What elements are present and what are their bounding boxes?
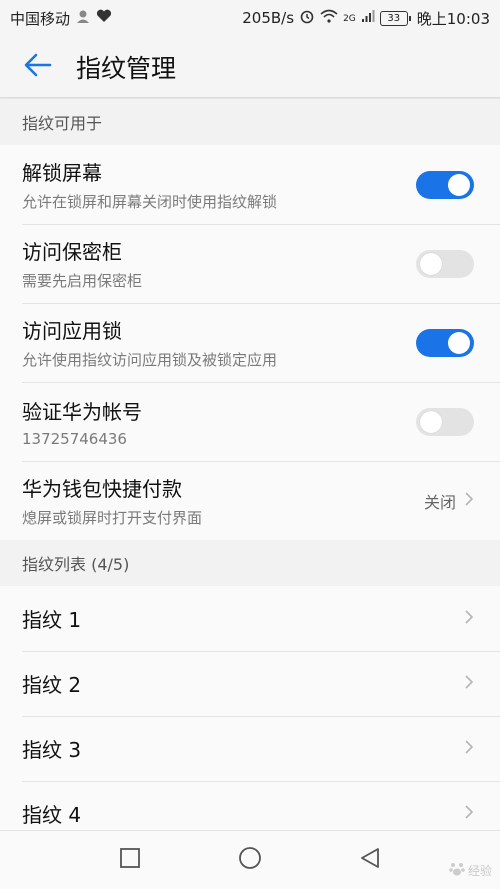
toggle-knob [448,173,470,196]
back-icon [359,847,381,873]
paw-icon [448,860,466,881]
arrow-left-icon [24,53,52,81]
recent-apps-icon [119,847,141,873]
setting-title: 验证华为帐号 [22,399,142,424]
fingerprint-name: 指纹 1 [22,608,82,632]
alarm-icon [299,8,315,28]
fingerprint-item-1[interactable]: 指纹 1 [0,586,500,651]
setting-value: 关闭 [423,492,456,512]
toggle-knob [420,252,442,275]
app-bar: 指纹管理 [0,36,500,98]
setting-subtitle: 13725746436 [22,429,127,448]
setting-safe-access[interactable]: 访问保密柜 需要先启用保密柜 [0,224,500,303]
setting-subtitle: 允许在锁屏和屏幕关闭时使用指纹解锁 [22,193,278,211]
safe-access-toggle[interactable] [416,249,474,278]
back-nav-button[interactable] [350,840,390,880]
network-type-label: 2G [343,13,356,24]
page-title: 指纹管理 [76,53,177,83]
fingerprint-list: 指纹 1 指纹 2 指纹 3 指纹 4 [0,586,500,830]
setting-title: 解锁屏幕 [22,161,102,185]
app-lock-toggle[interactable] [416,328,474,357]
fingerprint-item-2[interactable]: 指纹 2 [0,651,500,716]
home-icon [238,846,262,874]
setting-subtitle: 熄屏或锁屏时打开支付界面 [22,509,203,527]
setting-subtitle: 允许使用指纹访问应用锁及被锁定应用 [22,351,278,369]
fingerprint-item-4[interactable]: 指纹 4 [0,781,500,830]
status-bar: 中国移动 205B/s 2G 33 晚上10:03 [0,0,500,36]
watermark: 经验 [448,860,492,881]
battery-level: 33 [387,12,401,24]
wifi-icon [320,9,338,27]
recent-apps-button[interactable] [110,840,150,880]
setting-subtitle: 需要先启用保密柜 [22,272,143,290]
chevron-right-icon [464,739,474,759]
avatar-icon [75,8,91,28]
section-header-fingerprints: 指纹列表 (4/5) [0,540,500,586]
setting-app-lock[interactable]: 访问应用锁 允许使用指纹访问应用锁及被锁定应用 [0,303,500,382]
chevron-right-icon [464,609,474,629]
clock-label: 晚上10:03 [416,9,490,28]
setting-title: 华为钱包快捷付款 [22,477,182,501]
heart-icon [96,9,112,27]
toggle-knob [420,410,442,433]
fingerprint-name: 指纹 2 [22,673,82,697]
signal-icon [361,9,375,27]
status-left: 中国移动 [10,8,112,29]
setting-title: 访问应用锁 [22,319,122,343]
net-speed-label: 205B/s [242,9,295,27]
settings-content[interactable]: 指纹可用于 解锁屏幕 允许在锁屏和屏幕关闭时使用指纹解锁 访问保密柜 需要先启用… [0,99,500,830]
chevron-right-icon [464,674,474,694]
fingerprint-name: 指纹 4 [22,803,82,827]
setting-unlock-screen[interactable]: 解锁屏幕 允许在锁屏和屏幕关闭时使用指纹解锁 [0,145,500,224]
watermark-text: 经验 [467,864,492,878]
setting-title: 访问保密柜 [22,240,122,264]
home-button[interactable] [230,840,270,880]
setting-huawei-account[interactable]: 验证华为帐号 13725746436 [0,382,500,461]
chevron-right-icon [464,804,474,824]
setting-wallet-quick-pay[interactable]: 华为钱包快捷付款 熄屏或锁屏时打开支付界面 关闭 [0,461,500,540]
toggle-knob [448,331,470,354]
carrier-label: 中国移动 [10,9,71,28]
fingerprint-name: 指纹 3 [22,738,82,762]
status-right: 205B/s 2G 33 晚上10:03 [242,8,490,29]
back-button[interactable] [0,36,76,98]
navigation-bar [0,830,500,889]
fingerprint-item-3[interactable]: 指纹 3 [0,716,500,781]
usage-list: 解锁屏幕 允许在锁屏和屏幕关闭时使用指纹解锁 访问保密柜 需要先启用保密柜 访问… [0,145,500,540]
unlock-screen-toggle[interactable] [416,170,474,199]
section-header-usage: 指纹可用于 [0,99,500,145]
battery-icon: 33 [379,10,411,26]
chevron-right-icon [464,491,474,511]
huawei-account-toggle[interactable] [416,407,474,436]
